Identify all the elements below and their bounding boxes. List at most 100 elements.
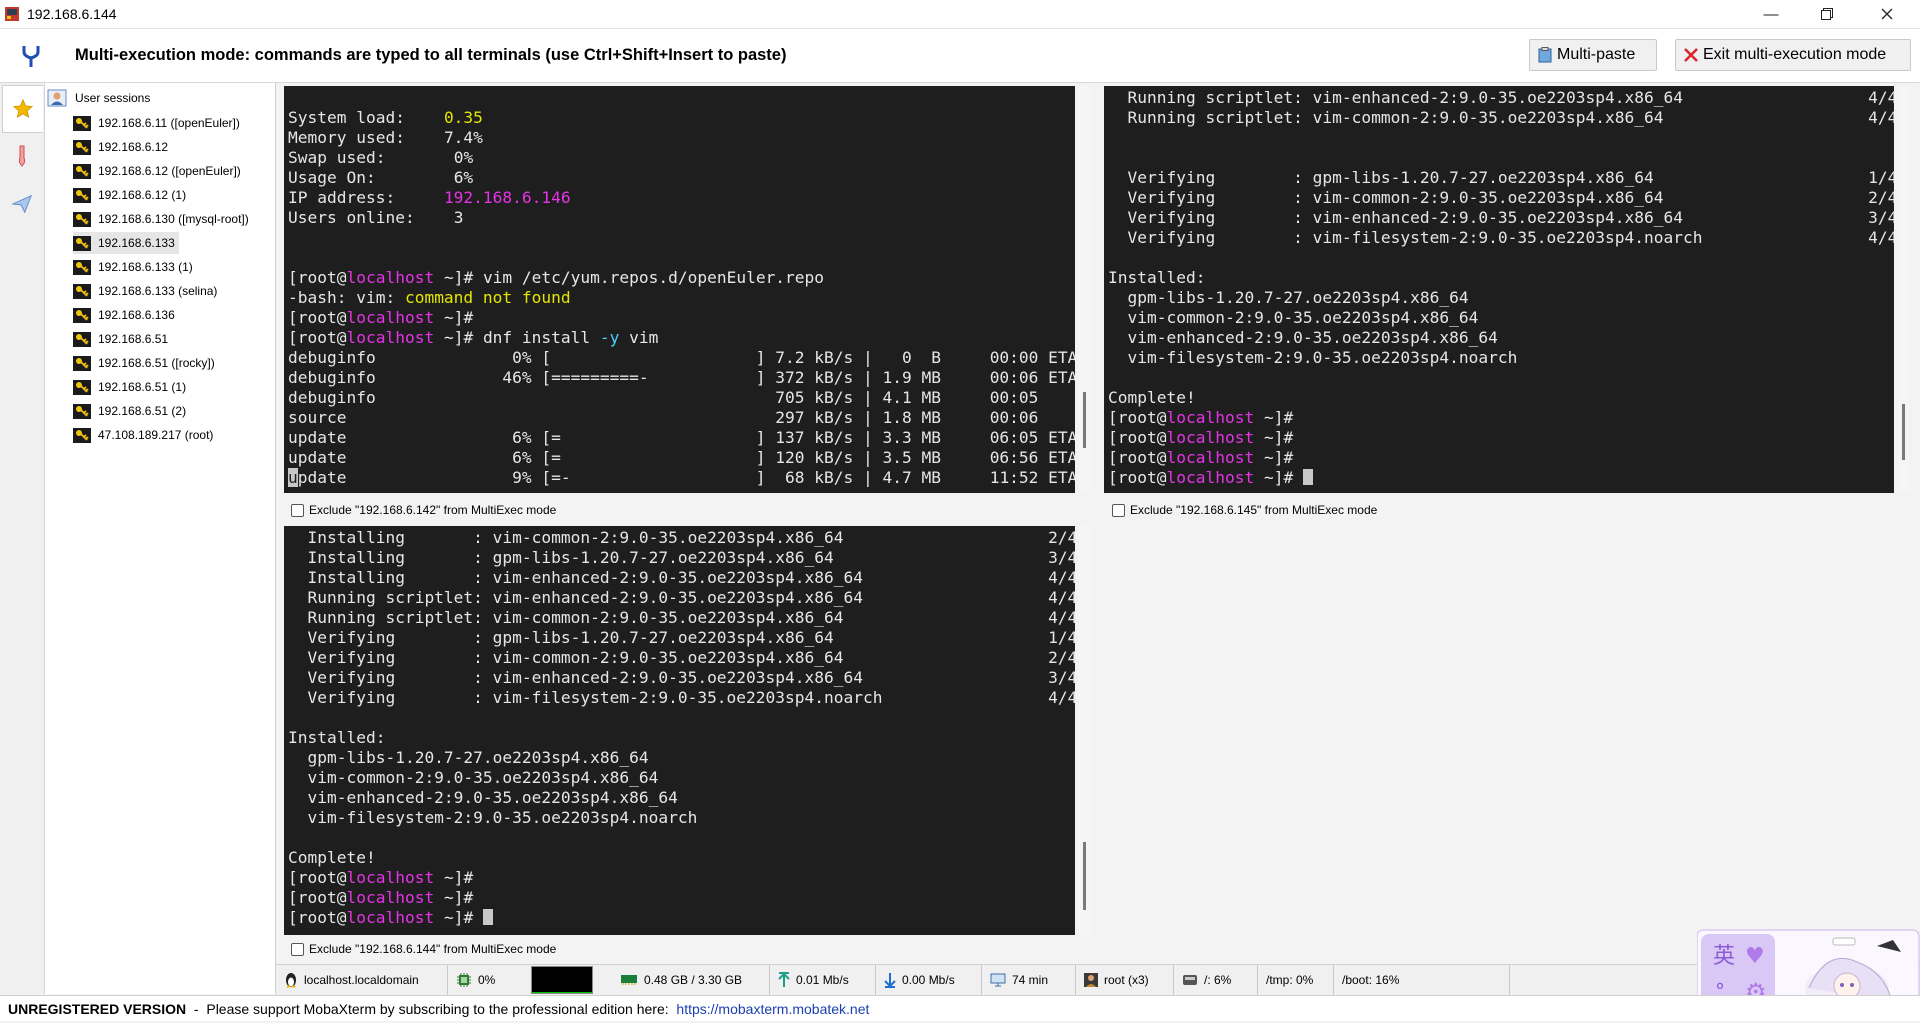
session-item[interactable]: 192.168.6.12 ([openEuler])	[73, 160, 245, 182]
session-item-label: 192.168.6.133 (1)	[98, 260, 193, 274]
status-bar: localhost.localdomain 0% 0.48 GB / 3.30 …	[276, 964, 1920, 995]
exclude-pane-2-checkbox[interactable]	[1112, 503, 1125, 517]
ssh-key-icon	[73, 355, 91, 371]
red-x-icon	[1684, 48, 1698, 62]
prompt-line: [root@localhost ~]#	[288, 908, 1075, 928]
term-blank	[288, 708, 1075, 728]
clipboard-icon	[1538, 47, 1552, 63]
term-blank	[1108, 248, 1894, 268]
session-item[interactable]: 192.168.6.133 (selina)	[73, 280, 221, 302]
installed-item: gpm-libs-1.20.7-27.oe2203sp4.x86_64	[1108, 288, 1469, 307]
session-item[interactable]: 192.168.6.12	[73, 136, 172, 158]
session-item-label: 192.168.6.136	[98, 308, 175, 322]
session-item-label: 192.168.6.51 ([rocky])	[98, 356, 215, 370]
svg-text:♥: ♥	[1745, 944, 1765, 969]
session-item-label: 192.168.6.51 (2)	[98, 404, 187, 418]
complete-line: Complete!	[1108, 388, 1196, 407]
exit-multiexec-label: Exit multi-execution mode	[1703, 46, 1887, 63]
session-item[interactable]: 192.168.6.51 (1)	[73, 376, 190, 398]
user-sessions-icon	[47, 89, 67, 107]
exit-multiexec-button[interactable]: Exit multi-execution mode	[1675, 39, 1911, 71]
session-item[interactable]: 192.168.6.51	[73, 328, 172, 350]
prompt-line: [root@localhost ~]#	[1108, 448, 1303, 467]
tools-icon	[18, 145, 26, 167]
session-item[interactable]: 192.168.6.133 (1)	[73, 256, 197, 278]
ssh-key-icon	[73, 307, 91, 323]
sysinfo-line: Usage On: 6%	[288, 168, 474, 187]
multiexec-message: Multi-execution mode: commands are typed…	[75, 46, 787, 64]
terminal-pane-3[interactable]: Installing : vim-common-2:9.0-35.oe2203s…	[284, 526, 1075, 935]
ssh-key-icon	[73, 163, 91, 179]
pane-3-scrollbar[interactable]	[1079, 526, 1091, 935]
minimize-button[interactable]: —	[1748, 0, 1794, 28]
output-line: Verifying : vim-filesystem-2:9.0-35.oe22…	[288, 688, 1075, 707]
mobaxterm-link[interactable]: https://mobaxterm.mobatek.net	[676, 1001, 869, 1017]
close-window-button[interactable]	[1864, 0, 1910, 28]
status-users: root (x3)	[1076, 965, 1174, 995]
session-item[interactable]: 192.168.6.51 ([rocky])	[73, 352, 219, 374]
output-line: Verifying : vim-enhanced-2:9.0-35.oe2203…	[1108, 208, 1894, 227]
terminal-cursor	[1302, 469, 1313, 485]
session-item-label: 192.168.6.12 ([openEuler])	[98, 164, 241, 178]
pane-2-scroll-thumb[interactable]	[1902, 404, 1905, 460]
session-item[interactable]: 192.168.6.130 ([mysql-root])	[73, 208, 253, 230]
exclude-pane-3[interactable]: Exclude "192.168.6.144" from MultiExec m…	[291, 942, 556, 956]
output-line: Verifying : vim-filesystem-2:9.0-35.oe22…	[1108, 228, 1894, 247]
multiexec-banner: Multi-execution mode: commands are typed…	[0, 29, 1920, 83]
installed-item: vim-filesystem-2:9.0-35.oe2203sp4.noarch	[288, 808, 698, 827]
session-item[interactable]: 192.168.6.11 ([openEuler])	[73, 112, 244, 134]
status-memory: 0.48 GB / 3.30 GB	[612, 965, 770, 995]
ssh-key-icon	[73, 235, 91, 251]
session-item[interactable]: 192.168.6.133	[73, 232, 179, 254]
disk-icon	[1183, 975, 1197, 985]
support-text: - Please support MobaXterm by subscribin…	[186, 1000, 677, 1017]
session-item[interactable]: 192.168.6.51 (2)	[73, 400, 190, 422]
exclude-pane-2[interactable]: Exclude "192.168.6.145" from MultiExec m…	[1112, 503, 1377, 517]
status-download: 0.00 Mb/s	[876, 965, 982, 995]
left-tab-rail	[0, 83, 45, 994]
session-item[interactable]: 192.168.6.136	[73, 304, 179, 326]
mobaxterm-logo-icon	[4, 6, 20, 22]
user-sessions-label: User sessions	[75, 91, 151, 105]
ssh-key-icon	[73, 427, 91, 443]
session-item-label: 192.168.6.130 ([mysql-root])	[98, 212, 249, 226]
pane-3-scroll-thumb[interactable]	[1083, 842, 1086, 910]
exclude-pane-3-label: Exclude "192.168.6.144" from MultiExec m…	[309, 942, 557, 956]
terminal-pane-2[interactable]: Running scriptlet: vim-enhanced-2:9.0-35…	[1104, 86, 1894, 493]
installed-item: vim-enhanced-2:9.0-35.oe2203sp4.x86_64	[1108, 328, 1498, 347]
restore-button[interactable]	[1804, 0, 1850, 28]
terminal-pane-1[interactable]: System load: 0.35 Memory used: 7.4% Swap…	[284, 86, 1075, 493]
exclude-pane-2-label: Exclude "192.168.6.145" from MultiExec m…	[1130, 503, 1378, 517]
session-item[interactable]: 192.168.6.12 (1)	[73, 184, 190, 206]
pane-1-scrollbar[interactable]	[1079, 86, 1091, 493]
exclude-pane-1[interactable]: Exclude "192.168.6.142" from MultiExec m…	[291, 503, 556, 517]
sysinfo-line: System load: 0.35	[288, 108, 483, 127]
upload-arrow-icon	[778, 972, 790, 987]
exclude-pane-3-checkbox[interactable]	[291, 942, 304, 956]
multi-paste-button[interactable]: Multi-paste	[1529, 39, 1657, 71]
error-line: -bash: vim: command not found	[288, 288, 571, 307]
rail-tab-sessions[interactable]	[2, 85, 43, 133]
rail-tab-macros[interactable]	[2, 181, 42, 227]
restore-icon	[1821, 8, 1833, 20]
status-uptime: 74 min	[982, 965, 1076, 995]
session-item[interactable]: 47.108.189.217 (root)	[73, 424, 217, 446]
ssh-key-icon	[73, 115, 91, 131]
output-line: Running scriptlet: vim-enhanced-2:9.0-35…	[288, 588, 1075, 607]
progress-line: update 9% [=- ] 68 kB/s | 4.7 MB 11:52 E…	[288, 468, 1075, 487]
terminal-cursor	[482, 909, 493, 925]
sysinfo-line: Memory used: 7.4%	[288, 128, 483, 147]
exclude-pane-1-checkbox[interactable]	[291, 503, 304, 517]
exclude-pane-1-label: Exclude "192.168.6.142" from MultiExec m…	[309, 503, 557, 517]
user-sessions-folder[interactable]: User sessions	[47, 89, 150, 107]
title-bar: 192.168.6.144 —	[0, 0, 1920, 29]
pane-1-scroll-thumb[interactable]	[1083, 392, 1086, 448]
output-line: Running scriptlet: vim-enhanced-2:9.0-35…	[1108, 88, 1894, 107]
close-icon	[1881, 8, 1893, 20]
prompt-line: [root@localhost ~]#	[288, 888, 483, 907]
rail-tab-tools[interactable]	[2, 133, 42, 179]
output-line: Verifying : vim-common-2:9.0-35.oe2203sp…	[1108, 188, 1894, 207]
user-icon	[1084, 973, 1098, 987]
prompt-line: [root@localhost ~]#	[288, 868, 483, 887]
pane-2-scrollbar[interactable]	[1898, 86, 1910, 493]
